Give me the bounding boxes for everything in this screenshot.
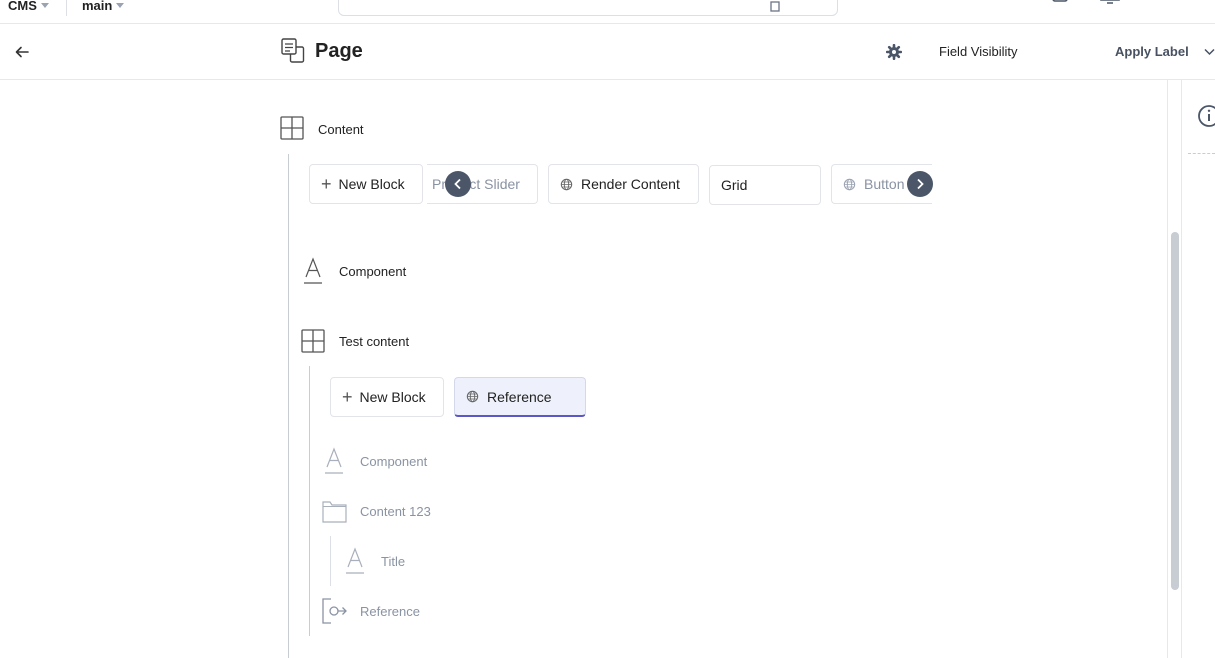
arrow-left-icon[interactable] <box>14 44 30 60</box>
tree-line <box>330 536 331 586</box>
chevron-down-icon[interactable] <box>1204 48 1215 56</box>
grid-icon <box>301 329 325 353</box>
page-header: Page Field Visibility Apply Label <box>0 24 1215 80</box>
gear-icon[interactable] <box>886 44 902 60</box>
document-icon <box>770 1 780 12</box>
chevron-down-icon <box>116 3 125 9</box>
block-type-chip[interactable]: Product Slider <box>427 164 538 204</box>
text-field-icon <box>346 547 364 574</box>
new-block-button[interactable]: + New Block <box>330 377 444 417</box>
field-label-component[interactable]: Component <box>339 264 406 279</box>
scroll-left-button[interactable] <box>445 171 471 197</box>
plus-icon: + <box>321 174 332 194</box>
panel-divider <box>1181 80 1182 658</box>
bell-icon[interactable] <box>1048 0 1072 6</box>
globe-icon <box>843 178 856 190</box>
avatar[interactable] <box>1193 0 1215 6</box>
tree-line <box>288 154 289 658</box>
new-block-label: New Block <box>338 176 405 192</box>
scroll-right-button[interactable] <box>907 171 933 197</box>
apply-label-button[interactable]: Apply Label <box>1115 44 1189 59</box>
grid-icon <box>280 116 304 140</box>
block-type-label: Reference <box>487 388 552 405</box>
folder-icon <box>322 501 347 523</box>
new-block-button[interactable]: + New Block <box>309 164 423 204</box>
top-bar: CMS main <box>0 0 1215 24</box>
globe-icon <box>560 178 573 190</box>
block-type-label: Button <box>864 176 905 192</box>
block-type-chip[interactable]: Grid <box>709 165 821 205</box>
new-block-label: New Block <box>359 389 426 405</box>
chevron-right-icon <box>917 178 924 190</box>
apply-label-text: Apply Label <box>1115 44 1189 59</box>
chevron-left-icon <box>454 178 461 190</box>
app-label: CMS <box>8 0 37 13</box>
reference-icon <box>322 598 347 624</box>
divider <box>66 0 67 16</box>
page-icon <box>281 38 305 63</box>
text-field-icon <box>325 447 343 474</box>
block-type-label: Grid <box>721 177 748 193</box>
field-visibility-button[interactable]: Field Visibility <box>939 44 1018 59</box>
field-label-test-content[interactable]: Test content <box>339 334 409 349</box>
monitor-icon[interactable] <box>1098 0 1122 6</box>
info-icon[interactable] <box>1197 104 1215 128</box>
globe-icon <box>466 390 479 403</box>
branch-label: main <box>82 0 113 13</box>
field-label-content-123[interactable]: Content 123 <box>360 504 431 519</box>
block-type-label: Render Content <box>581 176 680 192</box>
chevron-down-icon <box>40 3 49 9</box>
help-icon[interactable] <box>1148 0 1172 6</box>
search-input[interactable] <box>338 0 838 16</box>
field-label-component[interactable]: Component <box>360 454 427 469</box>
branch-switcher[interactable]: main <box>82 0 125 13</box>
tree-line <box>309 366 310 636</box>
divider <box>1188 153 1215 154</box>
field-label-reference[interactable]: Reference <box>360 604 420 619</box>
block-type-chip[interactable]: Render Content <box>548 164 699 204</box>
plus-icon: + <box>342 387 353 407</box>
panel-divider <box>1167 80 1168 658</box>
field-label-content[interactable]: Content <box>318 122 364 137</box>
field-label-title[interactable]: Title <box>381 554 405 569</box>
page-title: Page <box>315 40 363 62</box>
block-type-chip-selected[interactable]: Reference <box>454 377 586 417</box>
app-switcher[interactable]: CMS <box>8 0 49 13</box>
text-field-icon <box>304 257 322 284</box>
scrollbar[interactable] <box>1171 232 1179 590</box>
